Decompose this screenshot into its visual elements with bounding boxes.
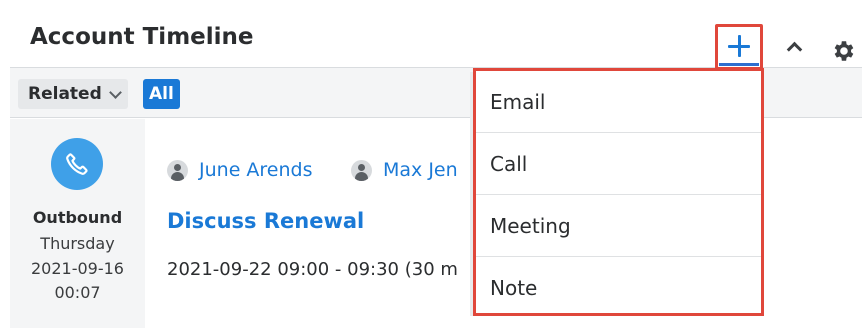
account-timeline-dashlet: Account Timeline Related All Outbound Th…: [0, 0, 862, 328]
phone-icon: [66, 153, 88, 175]
add-button[interactable]: [715, 24, 763, 70]
gear-icon[interactable]: [830, 38, 856, 64]
timeline-item-summary: Outbound Thursday 2021-09-16 00:07: [10, 119, 145, 328]
top-strip: [0, 0, 862, 10]
add-menu-dropdown: Email Call Meeting Note: [473, 68, 764, 316]
user-icon: [167, 159, 188, 181]
related-filter-label: Related: [28, 84, 102, 104]
chevron-down-icon: [108, 85, 122, 99]
all-filter-pill[interactable]: All: [143, 79, 180, 109]
related-filter-dropdown[interactable]: Related: [18, 79, 128, 109]
dashlet-header: Account Timeline: [10, 10, 862, 70]
call-direction: Outbound: [32, 208, 123, 227]
collapse-button[interactable]: [782, 36, 806, 57]
user-icon: [351, 159, 372, 181]
plus-icon[interactable]: [728, 34, 750, 57]
participant-name[interactable]: June Arends: [199, 159, 313, 181]
chevron-up-icon[interactable]: [786, 41, 802, 57]
call-subject-link[interactable]: Discuss Renewal: [167, 209, 364, 233]
participant-link[interactable]: Max Jen: [351, 159, 458, 181]
menu-item-call[interactable]: Call: [476, 133, 761, 195]
dashlet-title: Account Timeline: [30, 24, 254, 50]
settings-button[interactable]: [830, 38, 856, 64]
menu-item-email[interactable]: Email: [476, 71, 761, 133]
call-day: Thursday: [40, 234, 115, 253]
call-time-range: 2021-09-22 09:00 - 09:30 (30 m: [167, 259, 458, 280]
participant-name[interactable]: Max Jen: [383, 159, 458, 181]
menu-item-note[interactable]: Note: [476, 257, 761, 313]
menu-item-meeting[interactable]: Meeting: [476, 195, 761, 257]
call-date: 2021-09-16: [31, 259, 124, 278]
call-time: 00:07: [54, 283, 101, 302]
participant-link[interactable]: June Arends: [167, 159, 313, 181]
call-type-badge: [51, 138, 103, 190]
add-button-inner[interactable]: [719, 28, 759, 66]
